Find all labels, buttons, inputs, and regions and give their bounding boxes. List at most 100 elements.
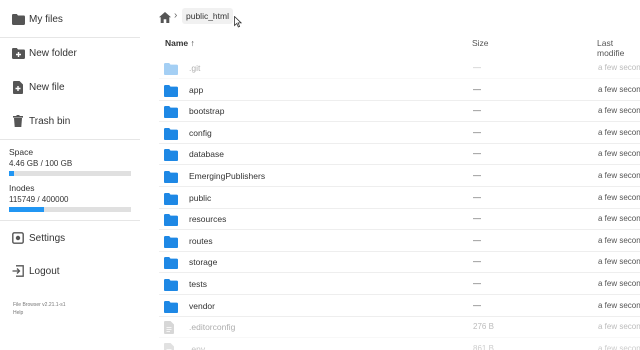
divider: [0, 37, 140, 38]
mouse-cursor-icon: [234, 15, 243, 28]
divider: [0, 220, 140, 221]
file-name: bootstrap: [189, 106, 225, 117]
file-name: tests: [189, 279, 207, 289]
folder-icon: [164, 256, 178, 270]
table-row[interactable]: storage — a few seconds ago: [159, 252, 640, 274]
table-row[interactable]: .editorconfig 276 B a few seconds ago: [159, 317, 640, 339]
space-value: 4.46 GB / 100 GB: [9, 159, 73, 168]
folder-icon: [11, 12, 25, 26]
inodes-label: Inodes: [9, 183, 35, 193]
table-row[interactable]: EmergingPublishers — a few seconds ago: [159, 166, 640, 187]
sort-arrow-up-icon: ↑: [190, 38, 195, 48]
folder-icon: [164, 213, 178, 227]
file-modified: a few seconds ago: [598, 192, 640, 202]
table-row[interactable]: database — a few seconds ago: [159, 144, 640, 166]
table-row[interactable]: .git — a few seconds ago: [159, 58, 640, 79]
home-icon[interactable]: [159, 10, 171, 23]
file-size: 276 B: [473, 322, 494, 332]
chevron-right-icon: ›: [174, 10, 178, 21]
file-name: config: [189, 127, 212, 138]
nav-trash-bin[interactable]: Trash bin: [0, 108, 140, 134]
table-row[interactable]: app — a few seconds ago: [159, 80, 640, 101]
file-size: —: [473, 300, 481, 310]
file-name: .editorconfig: [189, 322, 236, 333]
file-modified: a few seconds ago: [598, 149, 640, 159]
file-modified: a few seconds ago: [598, 127, 640, 137]
folder-icon: [164, 278, 178, 291]
table-row[interactable]: routes — a few seconds ago: [159, 231, 640, 252]
file-name: EmergingPublishers: [189, 171, 266, 181]
file-modified: a few seconds ago: [598, 84, 640, 94]
settings-icon: [11, 231, 25, 245]
inodes-value: 115749 / 400000: [9, 195, 69, 204]
table-row[interactable]: public — a few seconds ago: [159, 188, 640, 209]
file-name: vendor: [189, 300, 215, 311]
folder-icon: [164, 62, 178, 75]
file-modified: a few seconds ago: [598, 106, 640, 116]
file-size: —: [473, 171, 481, 180]
column-header-modified[interactable]: Last modifie: [597, 38, 640, 58]
help-link[interactable]: Help: [13, 310, 23, 317]
nav-my-files[interactable]: My files: [0, 6, 140, 32]
breadcrumb-current[interactable]: public_html: [182, 8, 233, 24]
table-row[interactable]: bootstrap — a few seconds ago: [159, 101, 640, 123]
nav-label: New file: [29, 81, 65, 93]
file-size: —: [473, 63, 481, 72]
nav-label: Settings: [29, 232, 66, 244]
folder-plus-icon: [11, 46, 25, 60]
file-modified: a few seconds ago: [598, 63, 640, 72]
table-row[interactable]: config — a few seconds ago: [159, 123, 640, 144]
space-label: Space: [9, 147, 34, 157]
space-progress-bar: [9, 171, 131, 176]
space-progress-fill: [9, 171, 15, 176]
inodes-progress-fill: [9, 207, 45, 212]
file-name: app: [189, 84, 204, 95]
nav-new-file[interactable]: New file: [0, 74, 140, 100]
folder-icon: [164, 148, 178, 162]
nav-label: Trash bin: [29, 115, 71, 127]
nav-label: New folder: [29, 47, 77, 59]
file-modified: a few seconds ago: [598, 214, 640, 224]
file-icon: [164, 342, 178, 350]
table-row[interactable]: .env 861 B a few seconds ago: [159, 339, 640, 350]
file-name: storage: [189, 257, 218, 268]
file-modified: a few seconds ago: [598, 322, 640, 332]
file-modified: a few seconds ago: [598, 171, 640, 180]
nav-settings[interactable]: Settings: [0, 225, 140, 251]
file-name: public: [189, 192, 212, 203]
nav-label: Logout: [29, 265, 60, 277]
folder-icon: [164, 300, 178, 313]
file-name: resources: [189, 214, 227, 225]
trash-icon: [11, 114, 25, 128]
folder-icon: [164, 105, 178, 119]
file-size: —: [473, 257, 481, 267]
file-modified: a few seconds ago: [598, 343, 640, 350]
file-name: .env: [189, 343, 206, 350]
folder-icon: [164, 235, 178, 248]
file-icon: [164, 321, 178, 335]
nav-label: My files: [29, 13, 63, 25]
nav-new-folder[interactable]: New folder: [0, 40, 140, 66]
nav-logout[interactable]: Logout: [0, 258, 140, 284]
column-header-name-label: Name: [165, 38, 189, 48]
table-row[interactable]: resources — a few seconds ago: [159, 209, 640, 231]
file-plus-icon: [11, 80, 25, 94]
file-size: —: [473, 149, 481, 159]
folder-icon: [164, 84, 178, 97]
inodes-progress-bar: [9, 207, 131, 212]
table-row[interactable]: tests — a few seconds ago: [159, 274, 640, 295]
file-size: —: [473, 192, 481, 202]
version-text: File Browser v2.21.1-s1: [13, 302, 66, 308]
file-modified: a few seconds ago: [598, 279, 640, 288]
column-header-name[interactable]: Name ↑: [165, 38, 195, 48]
file-size: —: [473, 106, 481, 116]
folder-icon: [164, 127, 178, 140]
table-row[interactable]: vendor — a few seconds ago: [159, 296, 640, 317]
folder-icon: [164, 192, 178, 205]
file-name: database: [189, 149, 224, 160]
column-header-size[interactable]: Size: [472, 38, 489, 48]
file-modified: a few seconds ago: [598, 235, 640, 245]
file-modified: a few seconds ago: [598, 257, 640, 267]
file-size: —: [473, 279, 481, 288]
file-size: —: [473, 127, 481, 137]
